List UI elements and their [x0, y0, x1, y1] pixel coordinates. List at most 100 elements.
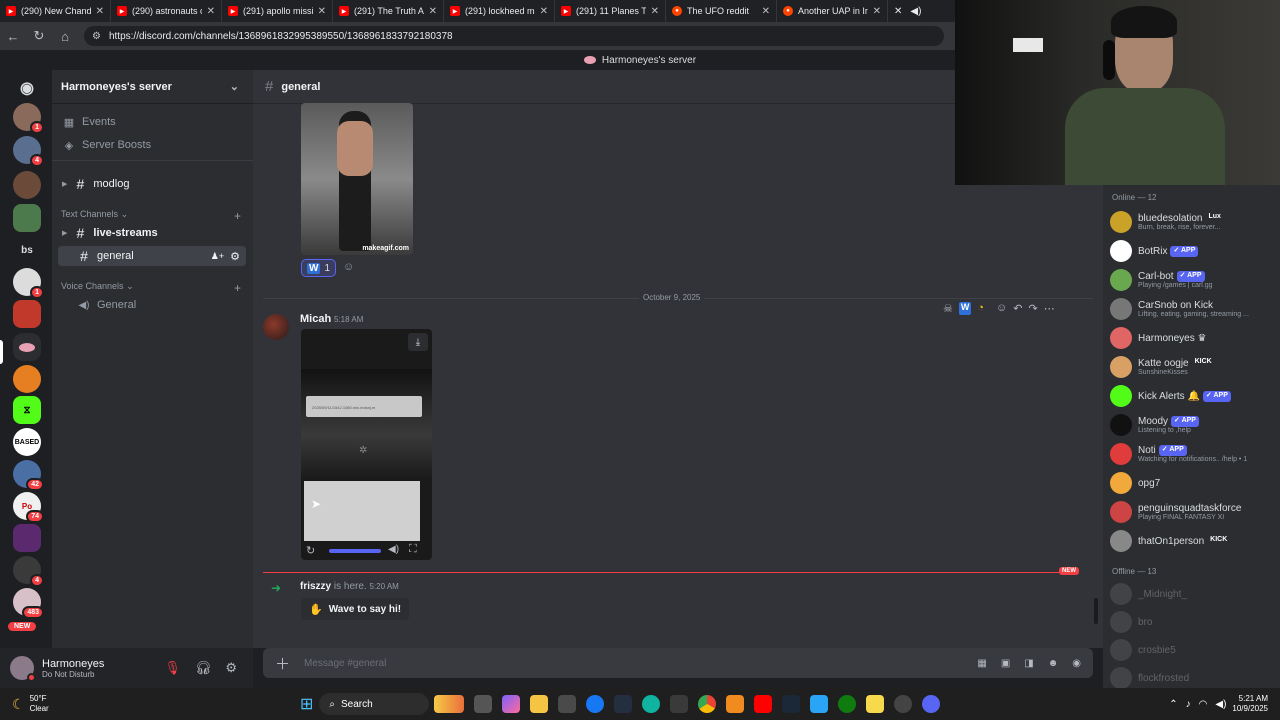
chevron-up-icon[interactable]: ⌃	[1169, 699, 1177, 710]
add-channel-icon[interactable]: +	[234, 281, 241, 295]
server-icon[interactable]: BASED	[13, 428, 41, 456]
add-channel-icon[interactable]: +	[234, 209, 241, 223]
member-item[interactable]: Harmoneyes ♛	[1110, 325, 1275, 351]
site-info-icon[interactable]: ⚙	[92, 31, 101, 42]
w-emoji-icon[interactable]: W	[958, 302, 972, 315]
wifi-icon[interactable]: ◠	[1199, 699, 1208, 710]
close-tab-icon[interactable]: ✕	[429, 6, 437, 17]
facebook-icon[interactable]	[586, 695, 605, 713]
member-item[interactable]: opg7	[1110, 470, 1275, 496]
calculator-icon[interactable]	[670, 695, 689, 713]
events-item[interactable]: ▦ Events	[58, 112, 246, 132]
browser-tab[interactable]: ▶(290) New Chandra✕	[0, 0, 111, 22]
forward-icon[interactable]: ↷	[1028, 302, 1037, 315]
server-icon-bs[interactable]: bs	[13, 236, 41, 264]
add-reaction-icon[interactable]: ☺	[343, 261, 354, 273]
avatar[interactable]	[263, 314, 289, 340]
server-header[interactable]: Harmoneyes's server ⌄	[52, 70, 253, 104]
server-icon-active[interactable]	[13, 333, 41, 361]
edge-icon[interactable]	[642, 695, 661, 713]
reload-icon[interactable]: ↻	[32, 28, 46, 44]
add-member-icon[interactable]: ♟+	[211, 251, 224, 262]
chrome-icon[interactable]	[698, 695, 717, 713]
server-icon[interactable]: 1	[13, 268, 44, 299]
server-icon[interactable]: 1	[13, 103, 44, 134]
browser-tab[interactable]: ▶ (291) apollo missio ✕	[222, 0, 333, 22]
new-messages-badge[interactable]: NEW	[1059, 567, 1079, 575]
steam-icon[interactable]	[782, 695, 801, 713]
discord-taskbar-icon[interactable]	[922, 695, 941, 713]
home-icon[interactable]: ⌂	[58, 29, 72, 44]
member-item[interactable]: Carl-bot ✓ APP Playing /games | carl.gg	[1110, 267, 1275, 293]
close-tab-icon[interactable]: ✕	[762, 6, 770, 17]
server-icon[interactable]	[13, 300, 41, 328]
fullscreen-icon[interactable]: ⛶	[409, 543, 417, 556]
copilot-icon[interactable]	[502, 695, 521, 713]
mic-icon[interactable]: ♪	[1186, 699, 1191, 710]
clock[interactable]: 5:21 AM 10/9/2025	[1232, 694, 1280, 714]
youtube-icon[interactable]	[754, 695, 773, 713]
back-arrow-icon[interactable]: ←	[6, 29, 20, 44]
server-icon[interactable]: 4	[13, 136, 44, 167]
reply-icon[interactable]: ↶	[1013, 302, 1022, 315]
server-icon[interactable]: 4	[13, 556, 44, 587]
gif-attachment[interactable]: makeagif.com	[301, 103, 413, 255]
join-username[interactable]: friszzy	[300, 581, 331, 592]
server-icon[interactable]: ⧖	[13, 396, 41, 424]
sticker-icon[interactable]: ◨	[1024, 658, 1033, 669]
apps-icon[interactable]: ◉	[1072, 658, 1081, 669]
server-icon[interactable]: 42	[13, 460, 44, 491]
member-item-offline[interactable]: crosbie5	[1110, 637, 1275, 663]
server-icon[interactable]	[13, 204, 41, 232]
gif-icon[interactable]: ▣	[1001, 658, 1010, 669]
video-attachment[interactable]: ⤓ 2025/09/11/1542.1080.mix.mdsnj.m ✲ ↻ ◀…	[301, 329, 432, 560]
store-icon[interactable]	[558, 695, 577, 713]
browser-tab[interactable]: ● Another UAP in Ira ✕	[777, 0, 888, 22]
member-item[interactable]: penguinsquadtaskforce Playing FINAL FANTA…	[1110, 499, 1275, 525]
server-icon[interactable]: 483	[13, 588, 44, 619]
wave-button[interactable]: ✋ Wave to say hi!	[301, 598, 410, 620]
category-voice-channels[interactable]: Voice Channels ⌄ +	[61, 281, 241, 295]
message-input[interactable]: Message #general	[304, 658, 963, 669]
server-boosts-item[interactable]: ◈ Server Boosts	[58, 135, 246, 155]
message-author[interactable]: Micah	[300, 313, 331, 325]
member-item[interactable]: Katte oogje KICK SunshineKisses	[1110, 354, 1275, 380]
browser-tab[interactable]: ▶(291) lockheed mar✕	[444, 0, 555, 22]
close-tab-icon[interactable]: ✕	[318, 6, 326, 17]
vlc-icon[interactable]	[726, 695, 745, 713]
category-text-channels[interactable]: Text Channels ⌄ +	[61, 209, 241, 223]
volume-slider[interactable]	[329, 549, 381, 553]
emoji-reaction-icon[interactable]: ◔	[977, 302, 984, 315]
skull-emoji-icon[interactable]: ☠	[943, 302, 953, 315]
browser-tab[interactable]: ▶(291) The Truth Abo✕	[333, 0, 444, 22]
settings-gear-icon[interactable]: ⚙	[225, 660, 237, 676]
browser-tab[interactable]: ▶(291) 11 Planes The✕	[555, 0, 666, 22]
taskbar-widget-icon[interactable]	[434, 695, 465, 713]
url-field[interactable]: ⚙ https://discord.com/channels/136896183…	[84, 26, 944, 46]
replay-icon[interactable]: ↻	[306, 544, 315, 557]
volume-icon[interactable]: ◀)	[388, 544, 399, 555]
reaction[interactable]: W 1	[301, 259, 337, 277]
mute-mic-icon[interactable]: 🎙︎	[164, 660, 181, 676]
server-icon[interactable]: Po 74	[13, 492, 44, 523]
scrollbar[interactable]	[1094, 598, 1098, 624]
add-reaction-icon[interactable]: ☺	[996, 302, 1007, 315]
taskbar-search[interactable]: ⌕ Search	[319, 693, 430, 715]
download-icon[interactable]: ⤓	[408, 333, 428, 351]
discord-home-icon[interactable]: ◉	[13, 74, 41, 102]
amazon-icon[interactable]	[614, 695, 633, 713]
file-explorer-icon[interactable]	[530, 695, 549, 713]
close-tab-icon[interactable]: ✕	[207, 6, 215, 17]
member-item[interactable]: BotRix ✓ APP	[1110, 238, 1275, 264]
channel-modlog[interactable]: ▶ # modlog	[58, 174, 246, 194]
member-item-offline[interactable]: bro	[1110, 609, 1275, 635]
close-tab-icon[interactable]: ✕	[873, 6, 881, 17]
member-item-offline[interactable]: _Midnight_	[1110, 581, 1275, 607]
member-item[interactable]: thatOn1person KICK	[1110, 528, 1275, 554]
avatar[interactable]	[10, 656, 36, 682]
message-composer[interactable]: ＋ Message #general ▦ ▣ ◨ ☻ ◉	[263, 648, 1093, 678]
gift-icon[interactable]: ▦	[977, 658, 986, 669]
more-options-icon[interactable]: ⋯	[1044, 302, 1055, 315]
add-attachment-icon[interactable]: ＋	[275, 653, 290, 674]
close-tab-icon[interactable]: ✕	[651, 6, 659, 17]
